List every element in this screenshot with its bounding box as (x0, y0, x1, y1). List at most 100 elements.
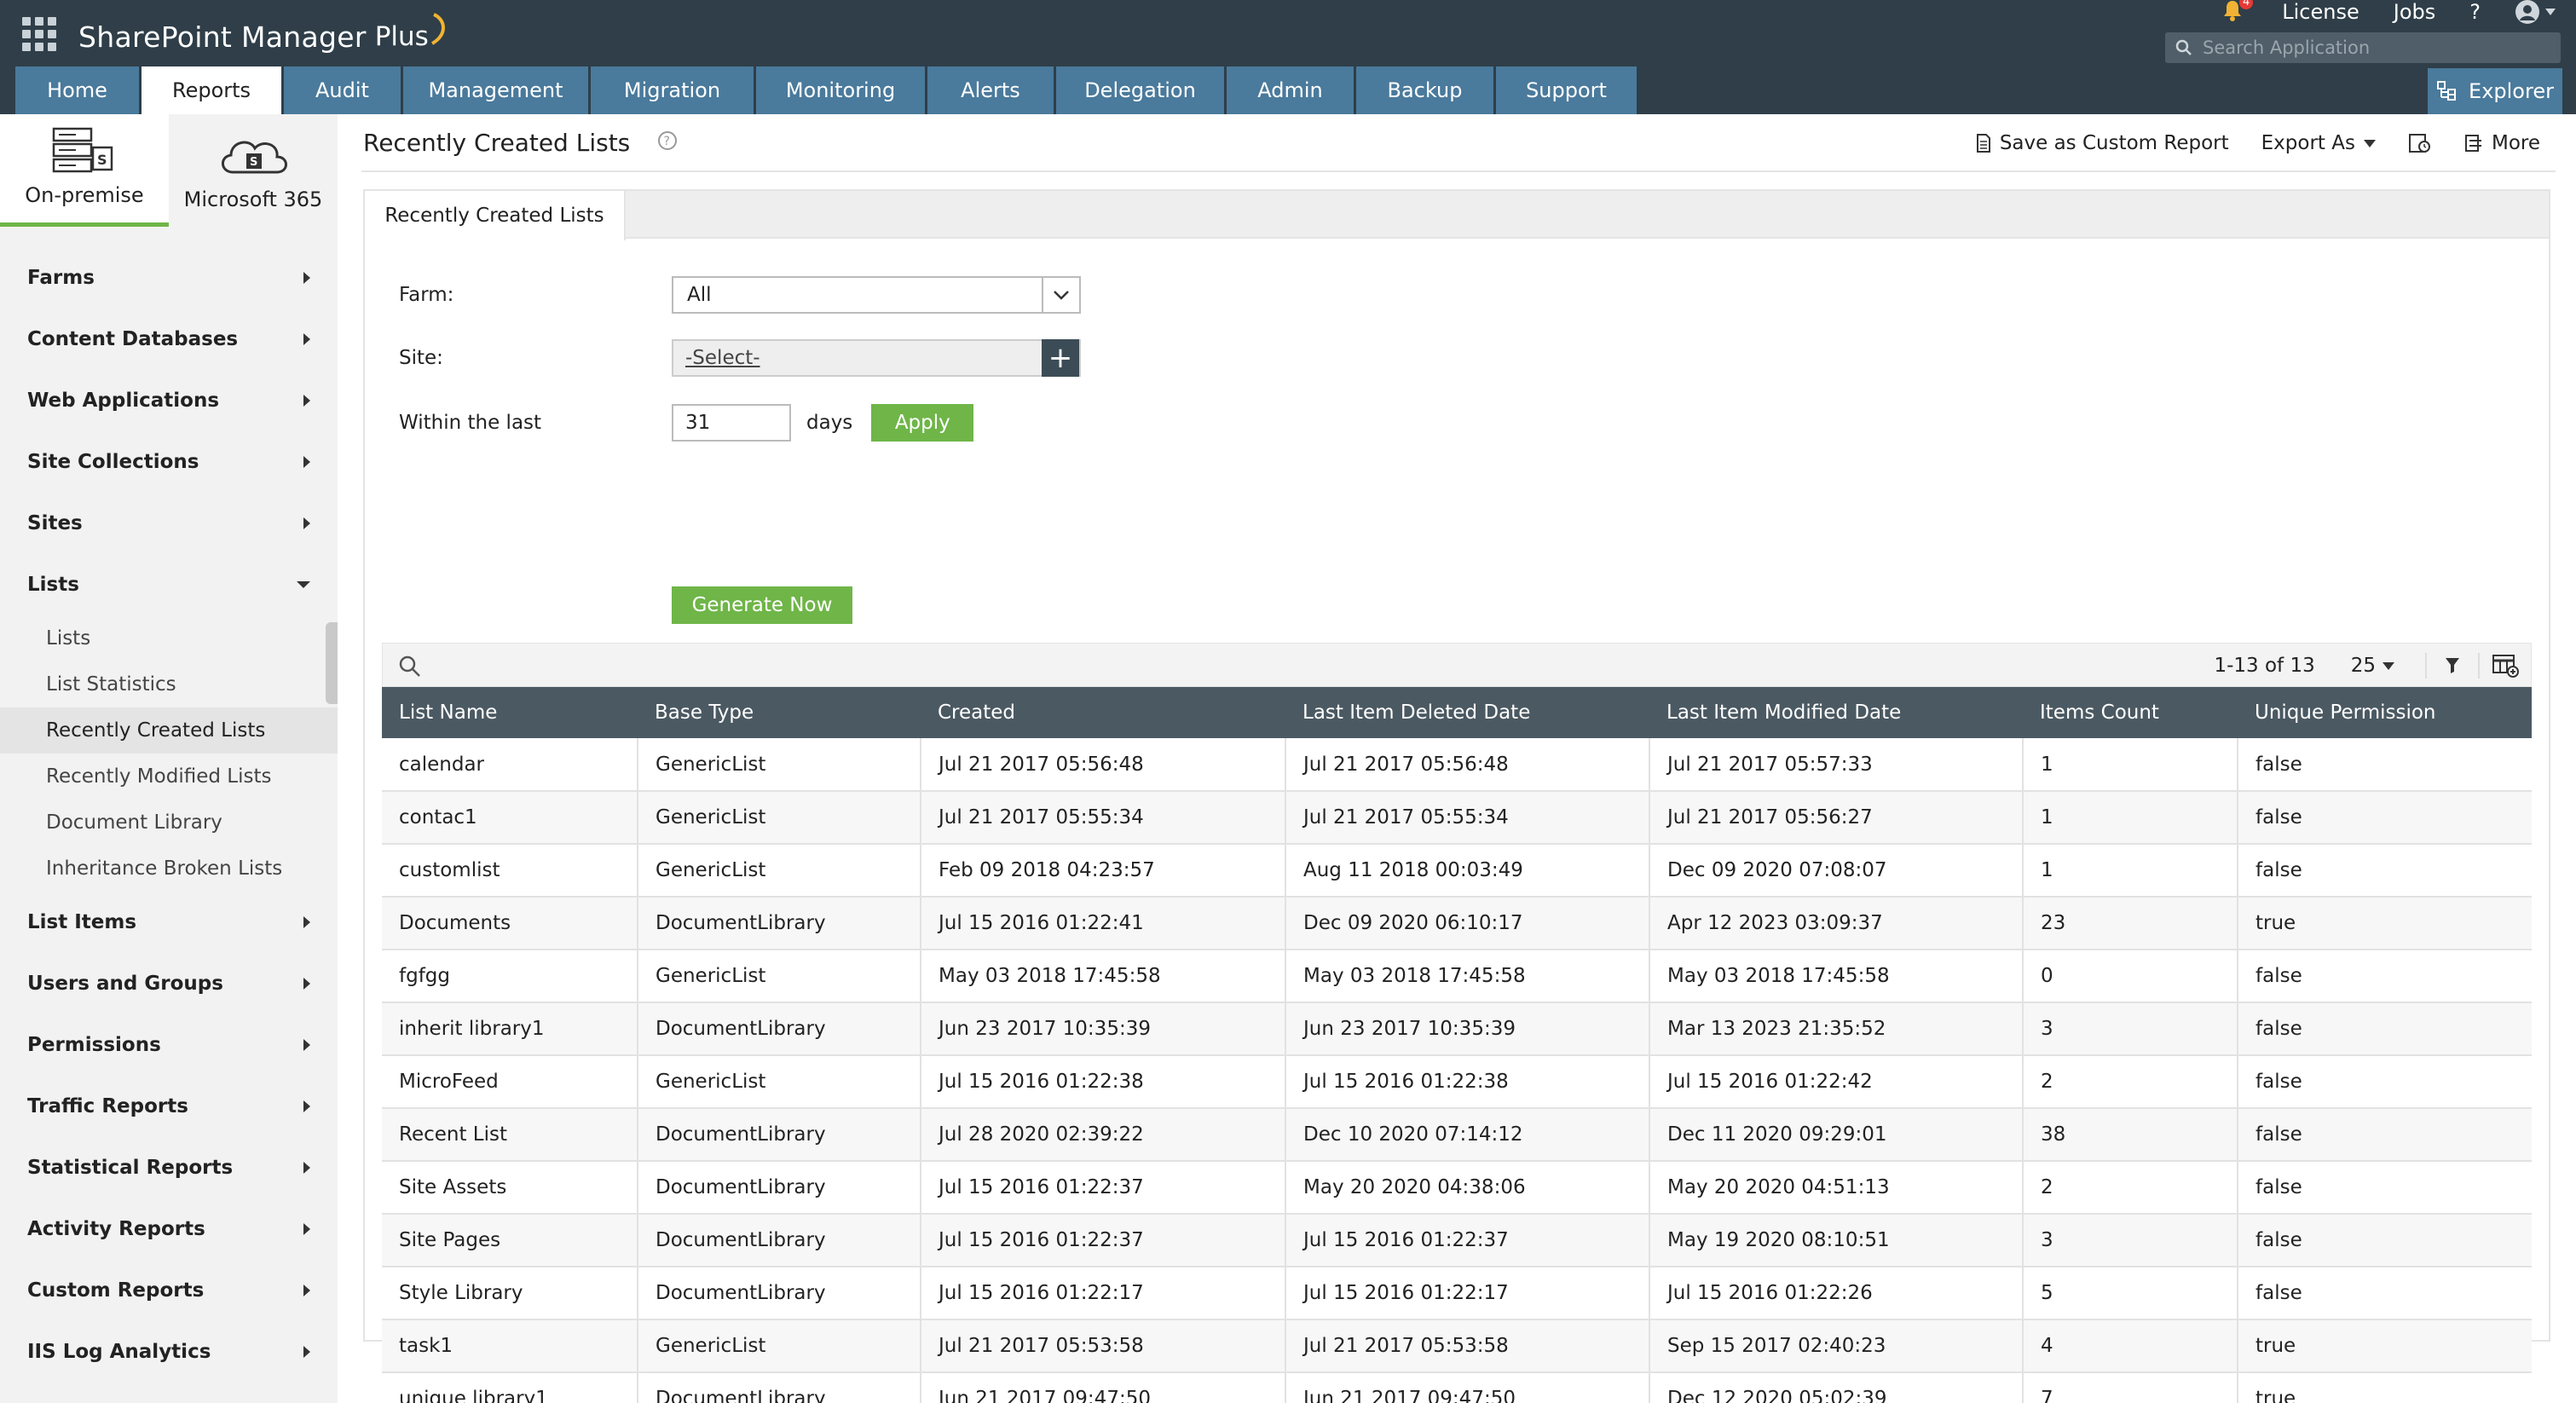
table-row[interactable]: Site Pages DocumentLibrary Jul 15 2016 01:… (382, 1214, 2532, 1267)
table-row[interactable]: Style Library DocumentLibrary Jul 15 2016 … (382, 1267, 2532, 1320)
sidebar-subitem-recently-modified-lists[interactable]: Recently Modified Lists (0, 753, 338, 800)
table-row[interactable]: fgfgg GenericList May 03 2018 17:45:58 May … (382, 950, 2532, 1003)
column-header[interactable]: Created (921, 687, 1285, 738)
sidebar-item-farms[interactable]: Farms (0, 247, 338, 309)
sidebar-item-label: Content Databases (27, 328, 239, 350)
sidebar-item-custom-reports[interactable]: Custom Reports (0, 1260, 338, 1321)
table-search-icon[interactable] (398, 654, 422, 681)
add-site-icon[interactable]: + (1042, 339, 1079, 377)
table-row[interactable]: Recent List DocumentLibrary Jul 28 2020 02… (382, 1108, 2532, 1162)
table-row[interactable]: Documents DocumentLibrary Jul 15 2016 01:2… (382, 897, 2532, 950)
sidebar-subitem-document-library[interactable]: Document Library (0, 800, 338, 846)
app-header: SharePoint Manager Plus 4 License Jobs ? (0, 0, 2576, 114)
generate-now-button[interactable]: Generate Now (672, 586, 852, 624)
search-input[interactable] (2203, 33, 2561, 62)
sidebar-item-lists[interactable]: Lists (0, 554, 338, 615)
table-row[interactable]: unique library1 DocumentLibrary Jun 21 201… (382, 1372, 2532, 1403)
sidebar-item-iis-log-analytics[interactable]: IIS Log Analytics (0, 1321, 338, 1383)
table-row[interactable]: calendar GenericList Jul 21 2017 05:56:48 J… (382, 738, 2532, 792)
table-cell: Jul 21 2017 05:53:58 (921, 1319, 1286, 1373)
save-as-custom-report-label: Save as Custom Report (1999, 132, 2229, 154)
site-select[interactable]: -Select- + (672, 339, 1081, 377)
sidebar-item-statistical-reports[interactable]: Statistical Reports (0, 1137, 338, 1198)
table-cell: DocumentLibrary (638, 897, 921, 950)
sidebar-item-web-applications[interactable]: Web Applications (0, 370, 338, 431)
sidebar-item-list-items[interactable]: List Items (0, 892, 338, 953)
tab-management[interactable]: Management (403, 66, 588, 114)
sidebar-item-permissions[interactable]: Permissions (0, 1014, 338, 1076)
sidebar-item-label: Web Applications (27, 390, 220, 412)
tab-admin[interactable]: Admin (1227, 66, 1354, 114)
farm-select[interactable]: All (672, 276, 1081, 314)
jobs-link[interactable]: Jobs (2394, 0, 2436, 24)
table-cell: calendar (382, 738, 638, 792)
column-header[interactable]: Base Type (638, 687, 921, 738)
column-header[interactable]: Last Item Modified Date (1649, 687, 2023, 738)
help-icon[interactable]: ? (657, 130, 678, 154)
sidebar-item-sites[interactable]: Sites (0, 493, 338, 554)
page-size-value: 25 (2350, 655, 2376, 677)
tab-home[interactable]: Home (15, 66, 139, 114)
filter-icon[interactable] (2427, 658, 2478, 673)
tab-backup[interactable]: Backup (1356, 66, 1493, 114)
table-cell: true (2238, 1319, 2532, 1373)
chevron-right-icon (303, 1039, 310, 1051)
column-header[interactable]: Unique Permission (2238, 687, 2532, 738)
page-size-select[interactable]: 25 (2351, 655, 2394, 677)
table-cell: 1 (2023, 791, 2238, 845)
app-grid-icon[interactable] (22, 17, 56, 51)
sidebar-item-content-databases[interactable]: Content Databases (0, 309, 338, 370)
apply-button[interactable]: Apply (871, 404, 974, 442)
tab-migration[interactable]: Migration (591, 66, 754, 114)
mode-on-premise[interactable]: S On-premise (0, 114, 169, 227)
more-menu-button[interactable]: More (2464, 132, 2540, 154)
tab-support[interactable]: Support (1496, 66, 1637, 114)
table-cell: 2 (2023, 1161, 2238, 1215)
sidebar-subitem-lists[interactable]: Lists (0, 615, 338, 661)
tab-delegation[interactable]: Delegation (1056, 66, 1224, 114)
help-icon[interactable]: ? (2469, 0, 2481, 24)
table-row[interactable]: contac1 GenericList Jul 21 2017 05:55:34 Ju… (382, 791, 2532, 845)
sidebar-item-users-and-groups[interactable]: Users and Groups (0, 953, 338, 1014)
sidebar-item-activity-reports[interactable]: Activity Reports (0, 1198, 338, 1260)
tab-audit[interactable]: Audit (284, 66, 401, 114)
explorer-button[interactable]: Explorer (2428, 68, 2562, 114)
sidebar-item-traffic-reports[interactable]: Traffic Reports (0, 1076, 338, 1137)
chevron-right-icon (303, 333, 310, 345)
sidebar-collapse-handle[interactable] (326, 622, 338, 704)
sidebar-subitem-recently-created-lists[interactable]: Recently Created Lists (0, 707, 338, 753)
license-link[interactable]: License (2282, 0, 2359, 24)
table-row[interactable]: inherit library1 DocumentLibrary Jun 23 20… (382, 1002, 2532, 1056)
save-as-custom-report-button[interactable]: Save as Custom Report (1976, 132, 2229, 154)
chevron-right-icon (303, 1162, 310, 1174)
svg-text:S: S (97, 152, 107, 168)
table-cell: Jul 15 2016 01:22:37 (921, 1214, 1286, 1267)
mode-microsoft-365[interactable]: S Microsoft 365 (169, 114, 338, 227)
site-row: Site: -Select- + (399, 339, 1081, 377)
days-input[interactable] (672, 404, 791, 442)
column-header[interactable]: Last Item Deleted Date (1285, 687, 1649, 738)
table-cell: GenericList (638, 1055, 921, 1109)
table-row[interactable]: Site Assets DocumentLibrary Jul 15 2016 01… (382, 1161, 2532, 1215)
export-as-dropdown[interactable]: Export As (2261, 132, 2376, 154)
table-row[interactable]: customlist GenericList Feb 09 2018 04:23:5… (382, 844, 2532, 898)
tab-alerts[interactable]: Alerts (927, 66, 1054, 114)
schedule-report-icon[interactable] (2408, 132, 2432, 154)
column-header[interactable]: List Name (382, 687, 638, 738)
table-cell: Jul 15 2016 01:22:38 (921, 1055, 1286, 1109)
column-chooser-icon[interactable] (2480, 654, 2531, 678)
sidebar-subitem-inheritance-broken-lists[interactable]: Inheritance Broken Lists (0, 846, 338, 892)
sidebar-subitem-list-statistics[interactable]: List Statistics (0, 661, 338, 707)
site-label: Site: (399, 347, 443, 369)
table-row[interactable]: MicroFeed GenericList Jul 15 2016 01:22:38… (382, 1055, 2532, 1109)
app-search[interactable] (2165, 32, 2561, 63)
notification-bell-icon[interactable]: 4 (2222, 0, 2254, 25)
tab-reports[interactable]: Reports (142, 66, 281, 114)
tab-monitoring[interactable]: Monitoring (756, 66, 925, 114)
column-header[interactable]: Items Count (2023, 687, 2238, 738)
user-avatar-icon[interactable] (2515, 0, 2556, 25)
sidebar-item-site-collections[interactable]: Site Collections (0, 431, 338, 493)
table-cell: May 19 2020 08:10:51 (1649, 1214, 2024, 1267)
tab-recently-created-lists[interactable]: Recently Created Lists (365, 191, 626, 240)
table-row[interactable]: task1 GenericList Jul 21 2017 05:53:58 Jul … (382, 1319, 2532, 1373)
